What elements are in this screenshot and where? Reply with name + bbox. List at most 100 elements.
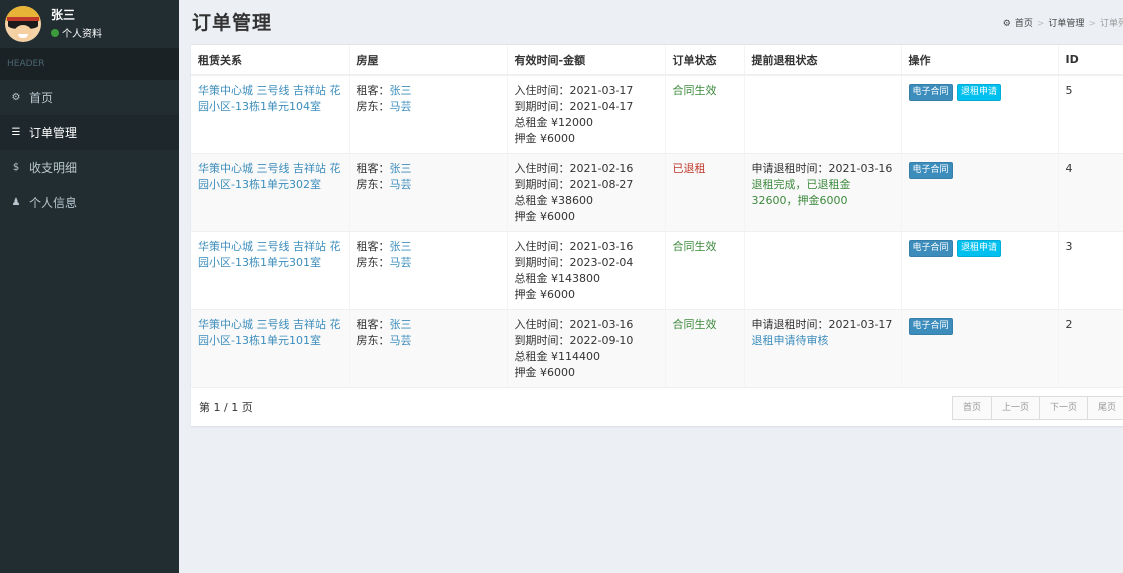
property-cell: 华策中心城 三号线 吉祥站 花园小区-13栋1单元104室 [191,75,350,154]
column-header: 租赁关系 [191,45,350,76]
column-header: ID [1058,45,1123,76]
landlord-link[interactable]: 马芸 [390,178,412,191]
contract-button[interactable]: 电子合同 [908,84,953,101]
refund-request-button[interactable]: 退租申请 [957,84,1002,101]
column-header: 提前退租状态 [744,45,902,76]
column-header: 操作 [901,45,1059,76]
checkin-time: 入住时间：2021-02-16 [514,162,634,175]
landlord-label: 房东： [356,178,390,191]
order-status: 合同生效 [672,84,717,97]
checkin-time: 入住时间：2021-03-17 [514,84,634,97]
contract-button[interactable]: 电子合同 [908,240,953,257]
breadcrumb-section[interactable]: 订单管理 [1048,19,1084,29]
tenant-link[interactable]: 张三 [390,84,412,97]
deposit: 押金 ¥6000 [514,210,576,223]
landlord-label: 房东： [356,256,390,269]
avatar[interactable] [5,6,41,42]
column-header: 有效时间-金额 [507,45,666,76]
contract-button[interactable]: 电子合同 [908,162,953,179]
actions-cell: 电子合同 [901,309,1059,388]
landlord-link[interactable]: 马芸 [390,100,412,113]
pagination-bar: 第 1 / 1 页 首页 上一页 下一页 尾页 [191,387,1123,427]
tenant-label: 租客： [356,162,390,175]
content-header: 订单管理 ⚙ 首页 > 订单管理 > 订单列 [179,0,1123,44]
first-page-button[interactable]: 首页 [952,396,993,420]
property-link[interactable]: 华策中心城 三号线 吉祥站 花园小区-13栋1单元104室 [198,84,341,113]
property-link[interactable]: 华策中心城 三号线 吉祥站 花园小区-13栋1单元101室 [198,318,341,347]
page-count: 第 1 / 1 页 [199,401,253,414]
table-body: 华策中心城 三号线 吉祥站 花园小区-13栋1单元104室 租客：张三 房东：马芸入… [191,75,1123,388]
tenant-link[interactable]: 张三 [390,318,412,331]
prev-page-button[interactable]: 上一页 [991,396,1041,420]
id-cell: 5 [1058,75,1123,154]
actions-cell: 电子合同 退租申请 [901,231,1059,310]
deposit: 押金 ¥6000 [514,132,576,145]
landlord-link[interactable]: 马芸 [390,256,412,269]
sidebar-item-1[interactable]: ☰ 订单管理 [0,115,179,150]
tenant-label: 租客： [356,318,390,331]
user-status-label: 个人资料 [62,29,102,40]
sidebar-item-2[interactable]: $ 收支明细 [0,150,179,185]
period-amount-cell: 入住时间：2021-03-16 到期时间：2022-09-10 总租金 ¥11440… [507,309,666,388]
page-title: 订单管理 [192,12,273,34]
expire-time: 到期时间：2022-09-10 [514,334,634,347]
checkin-time: 入住时间：2021-03-16 [514,318,634,331]
expire-time: 到期时间：2023-02-04 [514,256,634,269]
refund-request-button[interactable]: 退租申请 [957,240,1002,257]
user-panel: 张三 个人资料 [0,0,179,48]
sidebar-item-0[interactable]: ⚙ 首页 [0,80,179,115]
tenant-link[interactable]: 张三 [390,240,412,253]
refund-status-cell [744,75,902,154]
order-status-cell: 已退租 [665,153,745,232]
expire-time: 到期时间：2021-04-17 [514,100,634,113]
property-link[interactable]: 华策中心城 三号线 吉祥站 花园小区-13栋1单元302室 [198,162,341,191]
total-rent: 总租金 ¥38600 [514,194,594,207]
sidebar-item-label: 个人信息 [29,196,78,210]
landlord-label: 房东： [356,100,390,113]
column-header: 订单状态 [665,45,745,76]
last-page-button[interactable]: 尾页 [1087,396,1123,420]
order-table: 租赁关系 房屋 有效时间-金额 订单状态 提前退租状态 操作 ID 华策中心城 三号线 吉祥… [191,45,1123,388]
refund-status-cell: 申请退租时间：2021-03-17 退租申请待审核 [744,309,902,388]
tenant-label: 租客： [356,240,390,253]
house-cell: 租客：张三 房东：马芸 [349,231,508,310]
checkin-time: 入住时间：2021-03-16 [514,240,634,253]
breadcrumb: ⚙ 首页 > 订单管理 > 订单列 [1003,16,1123,29]
sidebar-item-3[interactable]: ♟ 个人信息 [0,185,179,220]
content-area: 订单管理 ⚙ 首页 > 订单管理 > 订单列 租赁关系 房屋 有效时间-金额 订单状态 提前退租状… [179,0,1123,573]
user-icon: ♟ [11,197,21,208]
sidebar-menu: ⚙ 首页 ☰ 订单管理 $ 收支明细 ♟ 个人信息 [0,80,179,220]
id-cell: 4 [1058,153,1123,232]
house-cell: 租客：张三 房东：马芸 [349,75,508,154]
table-row: 华策中心城 三号线 吉祥站 花园小区-13栋1单元101室 租客：张三 房东：马芸入… [191,309,1123,388]
online-status-icon [51,28,59,37]
next-page-button[interactable]: 下一页 [1039,396,1089,420]
order-table-box: 租赁关系 房屋 有效时间-金额 订单状态 提前退租状态 操作 ID 华策中心城 三号线 吉祥… [191,44,1123,426]
expire-time: 到期时间：2021-08-27 [514,178,634,191]
property-link[interactable]: 华策中心城 三号线 吉祥站 花园小区-13栋1单元301室 [198,240,341,269]
refund-status-cell [744,231,902,310]
tenant-label: 租客： [356,84,390,97]
breadcrumb-home[interactable]: 首页 [1015,19,1033,29]
landlord-link[interactable]: 马芸 [390,334,412,347]
refund-request-time: 申请退租时间：2021-03-17 [751,318,893,331]
user-info: 张三 个人资料 [51,8,102,40]
breadcrumb-current: 订单列 [1099,19,1123,29]
user-status-link[interactable]: 个人资料 [51,25,102,40]
contract-button[interactable]: 电子合同 [908,318,953,335]
order-status: 合同生效 [672,240,717,253]
deposit: 押金 ¥6000 [514,288,576,301]
dashboard-icon: ⚙ [11,92,21,103]
order-status-cell: 合同生效 [665,75,745,154]
refund-status: 退租申请待审核 [751,334,829,347]
id-cell: 3 [1058,231,1123,310]
sidebar-item-label: 首页 [29,91,54,105]
refund-request-time: 申请退租时间：2021-03-16 [751,162,893,175]
refund-status: 退租完成，已退租金32600，押金6000 [751,178,851,207]
total-rent: 总租金 ¥114400 [514,350,601,363]
period-amount-cell: 入住时间：2021-03-17 到期时间：2021-04-17 总租金 ¥12000… [507,75,666,154]
tenant-link[interactable]: 张三 [390,162,412,175]
order-status-cell: 合同生效 [665,309,745,388]
column-header: 房屋 [349,45,508,76]
order-status: 已退租 [672,162,706,175]
